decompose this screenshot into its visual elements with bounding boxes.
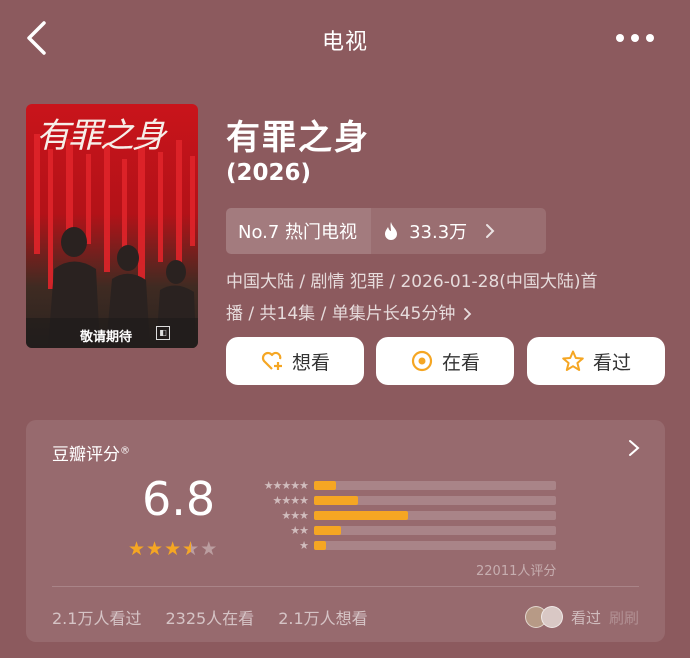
bar-fill — [314, 481, 336, 490]
bar-fill — [314, 511, 409, 520]
rating-bar-row: ★★★★★ — [252, 478, 556, 493]
divider — [52, 586, 639, 587]
vote-count: 22011人评分 — [476, 564, 557, 579]
rating-card[interactable]: 豆瓣评分® 6.8 ★ ★ ★ ★ ★ ★ ★★★★★★★★★★★★★★★ 22… — [26, 420, 665, 642]
star-full-icon: ★ — [146, 538, 164, 560]
bar-fill — [314, 496, 358, 505]
rating-stars: ★ ★ ★ ★ ★ ★ — [128, 538, 217, 560]
heart-plus-icon — [261, 351, 282, 370]
rating-bar-row: ★★★★ — [252, 493, 556, 508]
bar-track — [314, 481, 556, 490]
friends-label: 看过 — [570, 608, 601, 627]
star-full-icon: ★ — [164, 538, 182, 560]
want-to-watch-button[interactable]: 想看 — [226, 337, 364, 385]
friends-label-2: 刷刷 — [608, 608, 639, 627]
watch-stats: 2.1万人看过 2325人在看 2.1万人想看 — [52, 605, 368, 629]
rating-bar-row: ★★★ — [252, 508, 556, 523]
show-title: 有罪之身 — [226, 118, 370, 158]
rating-title: 豆瓣评分® — [52, 445, 130, 465]
show-year: (2026) — [226, 160, 312, 186]
rating-bar-row: ★ — [252, 538, 556, 553]
heat-value: 33.3万 — [409, 222, 468, 243]
top-bar: 电视 — [0, 0, 690, 78]
meta-line-1: 中国大陆 / 剧情 犯罪 / 2026-01-28(中国大陆)首 — [226, 272, 598, 292]
watching-label: 在看 — [441, 351, 480, 374]
rank-label[interactable]: No.7 热门电视 — [226, 208, 372, 254]
show-meta[interactable]: 中国大陆 / 剧情 犯罪 / 2026-01-28(中国大陆)首 播 / 共14… — [226, 266, 666, 330]
meta-line-2-wrap: 播 / 共14集 / 单集片长45分钟 — [226, 298, 666, 330]
bar-fill — [314, 526, 341, 535]
bar-star-label: ★ — [299, 539, 309, 552]
meta-line-2: 播 / 共14集 / 单集片长45分钟 — [226, 304, 456, 324]
bar-track — [314, 541, 556, 550]
want-count[interactable]: 2.1万人想看 — [278, 605, 367, 629]
chevron-right-icon[interactable] — [627, 438, 641, 458]
bar-track — [314, 526, 556, 535]
star-outline-icon — [562, 350, 584, 371]
star-half-icon: ★ ★ — [182, 538, 200, 560]
more-dots-icon[interactable] — [616, 28, 656, 48]
bar-star-label: ★★★★★ — [263, 479, 309, 492]
bar-star-label: ★★★★ — [272, 494, 309, 507]
flame-icon — [385, 222, 398, 240]
poster-logo-icon: ◧ — [156, 326, 170, 340]
rating-bar-row: ★★ — [252, 523, 556, 538]
rating-score: 6.8 — [142, 472, 216, 526]
heat-section[interactable]: 33.3万 — [371, 208, 546, 254]
bar-fill — [314, 541, 327, 550]
watched-button[interactable]: 看过 — [527, 337, 665, 385]
bar-star-label: ★★ — [290, 524, 309, 537]
rating-distribution: ★★★★★ ★★★★ ★★★ ★★ ★ — [252, 478, 556, 553]
chevron-right-icon — [464, 308, 472, 320]
bar-star-label: ★★★ — [281, 509, 309, 522]
bar-track — [314, 511, 556, 520]
star-empty-icon: ★ — [200, 538, 218, 560]
chevron-right-icon — [486, 224, 495, 238]
friend-avatars — [524, 606, 563, 628]
watching-button[interactable]: 在看 — [376, 337, 514, 385]
poster-title-art: 有罪之身 — [36, 116, 166, 156]
watched-count[interactable]: 2.1万人看过 — [52, 605, 141, 629]
target-circle-icon — [411, 350, 433, 372]
watching-count[interactable]: 2325人在看 — [165, 605, 254, 629]
poster-image[interactable]: 有罪之身 敬请期待 ◧ — [26, 104, 198, 348]
star-full-icon: ★ — [128, 538, 146, 560]
watched-label: 看过 — [592, 351, 631, 374]
poster-badge: 敬请期待 — [80, 330, 133, 345]
page-title: 电视 — [321, 30, 368, 55]
bar-track — [314, 496, 556, 505]
friends-activity[interactable]: 看过 刷刷 — [524, 606, 639, 628]
want-label: 想看 — [291, 351, 330, 374]
avatar — [540, 606, 563, 628]
rank-bar[interactable]: No.7 热门电视 33.3万 — [226, 208, 546, 254]
